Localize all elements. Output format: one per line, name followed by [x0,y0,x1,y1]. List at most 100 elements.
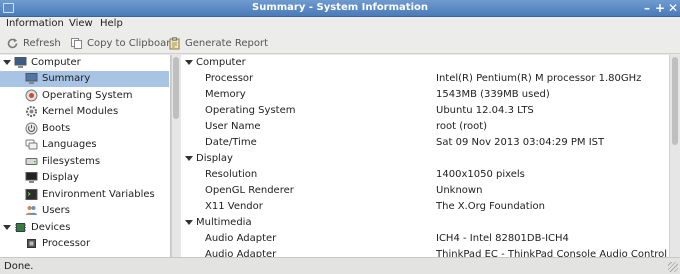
menu-bar: Information View Help [0,17,680,32]
row-value: ICH4 - Intel 82801DB-ICH4 [436,233,569,244]
sidebar-group-devices[interactable]: Devices [0,220,169,236]
languages-icon [25,139,38,150]
menu-help[interactable]: Help [100,18,123,29]
minimize-button[interactable]: – [641,0,653,16]
close-button[interactable]: ✕ [667,0,679,16]
table-row[interactable]: Processor Intel(R) Pentium(R) M processo… [181,71,669,87]
chip-icon [15,223,26,232]
sidebar-item-users[interactable]: Users [0,203,169,219]
report-label: Generate Report [185,37,269,49]
sidebar-item-label: Processor [42,238,91,249]
copy-label: Copy to Clipboard [87,37,177,49]
title-bar[interactable]: Summary - System Information – + ✕ [0,0,680,17]
computer-icon [14,57,27,68]
details-list[interactable]: Computer Processor Intel(R) Pentium(R) M… [181,55,669,257]
terminal-icon [25,189,38,200]
sidebar-tree[interactable]: Computer Summary Operating System Kernel… [0,55,171,257]
table-row[interactable]: Audio Adapter ICH4 - Intel 82801DB-ICH4 [181,231,669,247]
display-icon [25,172,38,183]
expander-icon[interactable] [185,156,193,161]
os-icon [25,89,38,102]
row-value: Sat 09 Nov 2013 03:04:29 PM IST [436,137,605,148]
menu-information[interactable]: Information [6,18,64,29]
table-row[interactable]: Audio Adapter ThinkPad EC - ThinkPad Con… [181,247,669,257]
table-row[interactable]: Memory 1543MB (339MB used) [181,87,669,103]
row-value: 1543MB (339MB used) [436,89,550,100]
sidebar-item-label: Languages [42,139,97,150]
power-icon [25,122,38,135]
sidebar-group-label: Devices [31,222,71,233]
expander-icon[interactable] [3,60,11,65]
expander-icon[interactable] [3,225,11,230]
sidebar-item-boots[interactable]: Boots [0,121,169,137]
copy-to-clipboard-button[interactable]: Copy to Clipboard [70,35,177,51]
row-value: Intel(R) Pentium(R) M processor 1.80GHz [436,73,642,84]
gear-icon [26,106,37,117]
sidebar-item-label: Filesystems [42,156,101,167]
details-scrollbar[interactable] [669,55,680,257]
section-header-computer[interactable]: Computer [181,55,669,71]
sidebar-item-label: Operating System [42,90,133,101]
row-value: Unknown [436,185,483,196]
row-value: Ubuntu 12.04.3 LTS [436,105,534,116]
expander-icon[interactable] [185,220,193,225]
details-scrollbar-thumb[interactable] [672,57,678,145]
table-row[interactable]: X11 Vendor The X.Org Foundation [181,199,669,215]
sidebar-group-label: Computer [31,57,81,68]
sidebar-item-label: Boots [42,123,71,134]
row-key: Operating System [205,105,296,116]
refresh-button[interactable]: Refresh [6,35,61,51]
sidebar-item-label: Environment Variables [42,189,155,200]
status-text: Done. [4,261,34,272]
row-key: User Name [205,121,261,132]
sidebar-scrollbar-thumb[interactable] [173,57,179,119]
generate-report-button[interactable]: Generate Report [168,35,268,51]
row-key: OpenGL Renderer [205,185,294,196]
summary-icon [25,73,38,84]
drive-icon [25,158,38,165]
sidebar-item-filesystems[interactable]: Filesystems [0,154,169,170]
section-title: Display [196,153,233,164]
sidebar-item-label: Summary [42,73,91,84]
expander-icon[interactable] [185,60,193,65]
sidebar-item-summary[interactable]: Summary [0,71,169,87]
table-row[interactable]: User Name root (root) [181,119,669,135]
row-key: Resolution [205,169,258,180]
table-row[interactable]: Resolution 1400x1050 pixels [181,167,669,183]
sidebar-item-label: Display [42,172,79,183]
row-key: Audio Adapter [205,233,277,244]
menu-view[interactable]: View [69,18,93,29]
table-row[interactable]: Date/Time Sat 09 Nov 2013 03:04:29 PM IS… [181,135,669,151]
row-value: root (root) [436,121,488,132]
section-title: Multimedia [196,217,252,228]
toolbar: Refresh Copy to Clipboard Generate Repor… [0,32,680,54]
sidebar-item-kernel-modules[interactable]: Kernel Modules [0,104,169,120]
section-header-display[interactable]: Display [181,151,669,167]
table-row[interactable]: OpenGL Renderer Unknown [181,183,669,199]
report-icon [169,36,180,49]
row-value: The X.Org Foundation [436,201,545,212]
copy-icon [71,37,82,49]
section-title: Computer [196,57,246,68]
refresh-label: Refresh [23,37,61,49]
sidebar-item-environment-variables[interactable]: Environment Variables [0,187,169,203]
sidebar-scrollbar[interactable] [171,55,180,257]
row-key: Audio Adapter [205,249,277,257]
sidebar-item-display[interactable]: Display [0,170,169,186]
status-bar: Done. [0,257,680,274]
sidebar-item-languages[interactable]: Languages [0,137,169,153]
row-value: ThinkPad EC - ThinkPad Console Audio Con… [436,249,668,257]
row-key: X11 Vendor [205,201,263,212]
sidebar-item-processor[interactable]: Processor [0,236,169,252]
sidebar-item-label: Kernel Modules [42,106,119,117]
row-value: 1400x1050 pixels [436,169,525,180]
sidebar-item-operating-system[interactable]: Operating System [0,88,169,104]
sidebar-group-computer[interactable]: Computer [0,55,169,71]
window-title: Summary - System Information [252,2,428,13]
resize-grip-icon[interactable] [668,262,678,272]
row-key: Processor [205,73,254,84]
processor-icon [27,239,36,248]
table-row[interactable]: Operating System Ubuntu 12.04.3 LTS [181,103,669,119]
maximize-button[interactable]: + [654,0,666,16]
section-header-multimedia[interactable]: Multimedia [181,215,669,231]
